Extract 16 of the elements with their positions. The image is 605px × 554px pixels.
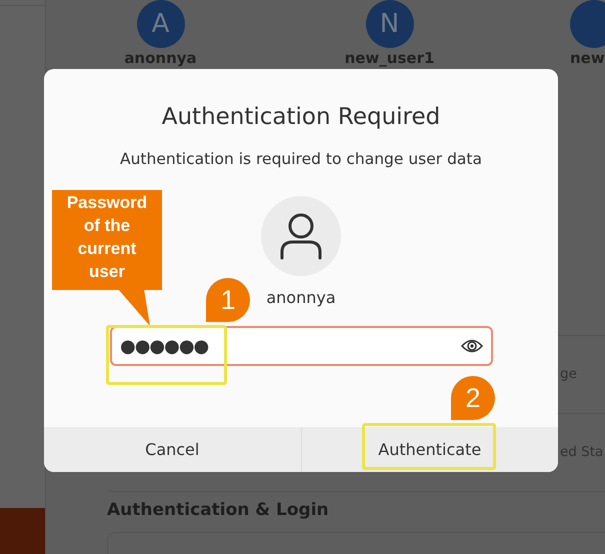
- dialog-title: Authentication Required: [162, 103, 440, 132]
- user-name: new_user1: [344, 49, 434, 67]
- eye-icon[interactable]: [461, 338, 483, 354]
- authenticate-button[interactable]: Authenticate: [300, 427, 558, 472]
- user-avatar[interactable]: [570, 0, 605, 48]
- user-icon: [279, 212, 323, 260]
- sidebar-selected-item[interactable]: [0, 508, 45, 554]
- user-name: new: [570, 49, 605, 67]
- callout-pointer: [118, 289, 152, 326]
- dialog-message: Authentication is required to change user data: [120, 149, 482, 170]
- cancel-button[interactable]: Cancel: [44, 427, 300, 472]
- callout: Password of the current user: [52, 190, 162, 290]
- user-name: anonnya: [124, 49, 197, 67]
- user-name: anonnya: [266, 287, 336, 310]
- password-field[interactable]: ●●●●●●: [110, 326, 493, 366]
- section-title: Authentication & Login: [107, 499, 329, 522]
